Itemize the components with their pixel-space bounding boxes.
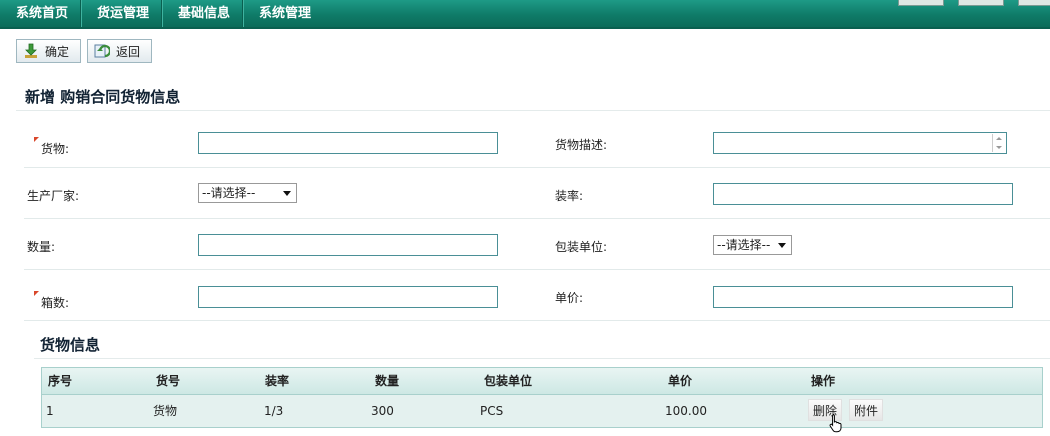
back-label: 返回 xyxy=(116,44,141,59)
back-arrow-icon xyxy=(94,43,111,59)
cell-unit: PCS xyxy=(480,404,504,418)
col-actions: 操作 xyxy=(811,374,836,388)
form-row-boxes: 箱数: 单价: xyxy=(24,270,1050,321)
goods-label: 货物: xyxy=(41,142,70,156)
cell-item: 货物 xyxy=(153,404,178,418)
col-price: 单价 xyxy=(668,374,693,388)
nav-freight[interactable]: 货运管理 xyxy=(81,0,163,27)
cell-qty: 300 xyxy=(371,404,394,418)
factory-label: 生产厂家: xyxy=(27,189,80,203)
window-button-2[interactable] xyxy=(958,0,1004,6)
section-title: 货物信息 xyxy=(40,336,101,354)
confirm-button[interactable]: 确定 xyxy=(16,39,82,63)
textarea-scrollbar[interactable] xyxy=(992,134,1005,152)
pack-unit-select-value: --请选择-- xyxy=(717,238,771,252)
col-rate: 装率 xyxy=(265,374,290,388)
hand-cursor-icon xyxy=(829,413,845,436)
boxes-input[interactable] xyxy=(198,286,498,308)
required-marker-icon xyxy=(34,291,39,296)
pack-unit-select[interactable]: --请选择-- xyxy=(713,235,792,255)
table-header: 序号 货号 装率 数量 包装单位 单价 操作 xyxy=(42,368,1042,395)
form-row-factory: 生产厂家: --请选择-- 装率: xyxy=(24,168,1050,219)
page-title: 新增 购销合同货物信息 xyxy=(25,88,181,106)
goods-table: 序号 货号 装率 数量 包装单位 单价 操作 1 货物 1/3 300 PCS … xyxy=(41,367,1043,428)
confirm-label: 确定 xyxy=(45,44,70,59)
col-item: 货号 xyxy=(156,374,181,388)
boxes-label: 箱数: xyxy=(41,296,70,310)
back-button[interactable]: 返回 xyxy=(87,39,153,63)
required-marker-icon xyxy=(34,137,39,142)
col-unit: 包装单位 xyxy=(484,374,533,388)
table-row: 1 货物 1/3 300 PCS 100.00 删除 附件 xyxy=(42,395,1042,427)
quantity-label: 数量: xyxy=(27,240,56,254)
dropdown-arrow-icon xyxy=(283,191,291,196)
cell-rate: 1/3 xyxy=(264,404,284,418)
goods-desc-textarea[interactable] xyxy=(713,132,1007,154)
main-nav: 系统首页 货运管理 基础信息 系统管理 xyxy=(0,0,323,27)
rate-input[interactable] xyxy=(713,183,1013,205)
col-qty: 数量 xyxy=(375,374,400,388)
divider xyxy=(16,110,1050,111)
top-nav-bar: 系统首页 货运管理 基础信息 系统管理 xyxy=(0,0,1050,29)
price-input[interactable] xyxy=(713,286,1013,308)
cell-price: 100.00 xyxy=(665,404,707,418)
price-label: 单价: xyxy=(555,291,584,305)
quantity-input[interactable] xyxy=(198,234,498,256)
dropdown-arrow-icon xyxy=(778,243,786,248)
pack-unit-label: 包装单位: xyxy=(555,240,608,254)
form-row-goods: 货物: 货物描述: xyxy=(24,117,1050,168)
window-button-3[interactable] xyxy=(1018,0,1050,6)
toolbar: 确定 返回 xyxy=(16,39,153,63)
nav-system[interactable]: 系统管理 xyxy=(243,0,323,27)
window-button-1[interactable] xyxy=(898,0,944,6)
factory-select[interactable]: --请选择-- xyxy=(198,183,297,203)
divider xyxy=(34,358,1050,359)
form-row-quantity: 数量: 包装单位: --请选择-- xyxy=(24,219,1050,270)
goods-desc-label: 货物描述: xyxy=(555,138,608,152)
col-no: 序号 xyxy=(48,374,73,388)
nav-home[interactable]: 系统首页 xyxy=(0,0,82,27)
download-arrow-icon xyxy=(23,43,39,59)
nav-basic-info[interactable]: 基础信息 xyxy=(162,0,244,27)
factory-select-value: --请选择-- xyxy=(202,186,256,200)
rate-label: 装率: xyxy=(555,189,584,203)
cell-no: 1 xyxy=(46,404,54,418)
goods-input[interactable] xyxy=(198,132,498,154)
attachment-button[interactable]: 附件 xyxy=(849,399,884,421)
